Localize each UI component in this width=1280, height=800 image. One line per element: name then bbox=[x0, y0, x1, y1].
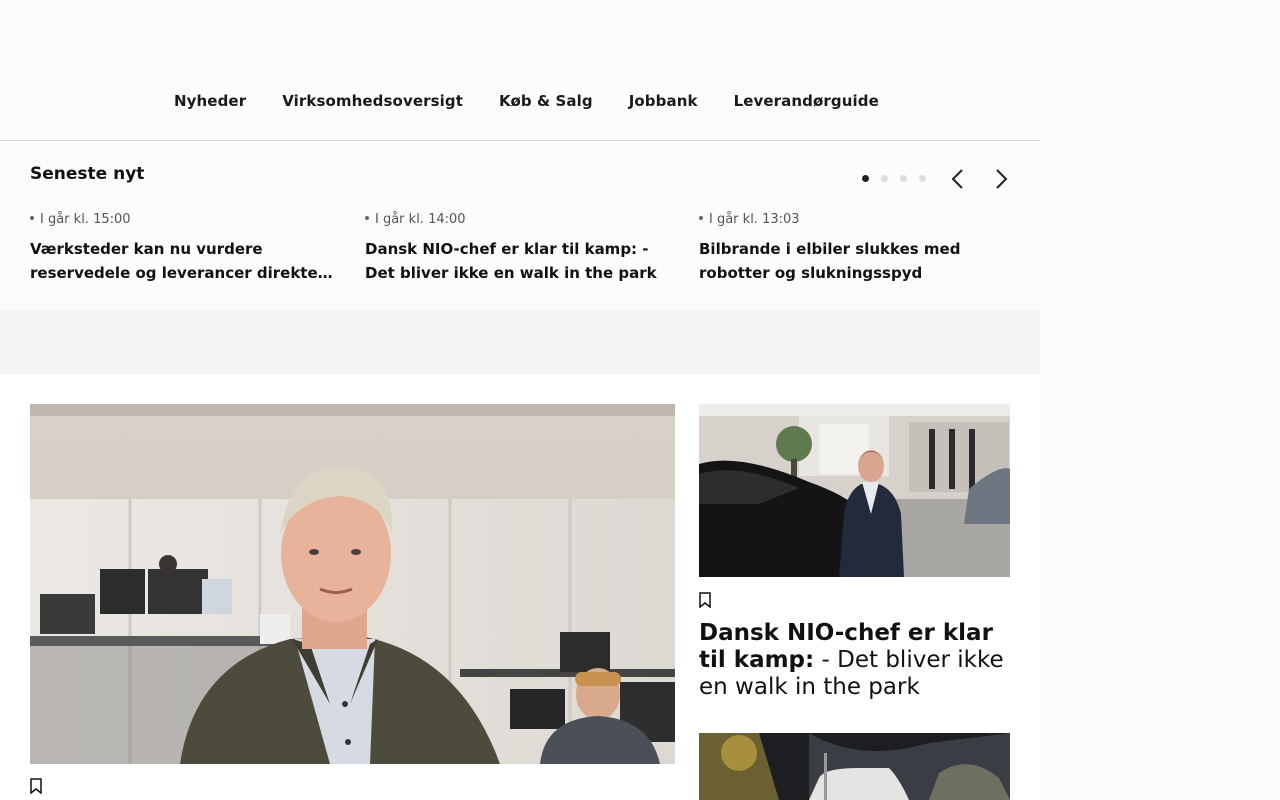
site-header: Nyheder Virksomhedsoversigt Køb & Salg J… bbox=[0, 0, 1040, 141]
carousel-dot-3[interactable] bbox=[900, 175, 907, 182]
chevron-left-icon[interactable] bbox=[948, 167, 968, 191]
latest-news-item[interactable]: I går kl. 13:03 Bilbrande i elbiler sluk… bbox=[699, 212, 1009, 285]
latest-news-item[interactable]: I går kl. 14:00 Dansk NIO-chef er klar t… bbox=[365, 212, 675, 285]
bullet-icon bbox=[30, 215, 34, 220]
carousel-dot-2[interactable] bbox=[881, 175, 888, 182]
latest-news-section: Seneste nyt I går kl. 15:00 Værksteder k… bbox=[0, 141, 1040, 310]
hero-article-image[interactable] bbox=[30, 404, 675, 764]
nav-item-leverandoerguide[interactable]: Leverandørguide bbox=[734, 92, 879, 110]
page-background-right-lower bbox=[1040, 310, 1280, 800]
main-nav: Nyheder Virksomhedsoversigt Køb & Salg J… bbox=[174, 92, 879, 110]
time-label: I går kl. 13:03 bbox=[709, 212, 800, 227]
latest-news-headline[interactable]: Værksteder kan nu vurdere reservedele og… bbox=[30, 237, 340, 285]
side-article-image-2[interactable] bbox=[699, 733, 1010, 800]
latest-news-headline[interactable]: Bilbrande i elbiler slukkes med robotter… bbox=[699, 237, 1009, 285]
latest-news-headline[interactable]: Dansk NIO-chef er klar til kamp: - Det b… bbox=[365, 237, 675, 285]
main-content: Dansk NIO-chef er klar til kamp: - Det b… bbox=[0, 374, 1040, 800]
time-label: I går kl. 15:00 bbox=[40, 212, 131, 227]
chevron-right-icon[interactable] bbox=[991, 167, 1011, 191]
latest-news-time: I går kl. 14:00 bbox=[365, 212, 675, 227]
bullet-icon bbox=[365, 215, 369, 220]
nav-item-nyheder[interactable]: Nyheder bbox=[174, 92, 246, 110]
side-article-headline[interactable]: Dansk NIO-chef er klar til kamp: - Det b… bbox=[699, 620, 1010, 701]
bookmark-icon[interactable] bbox=[699, 592, 711, 609]
latest-news-time: I går kl. 13:03 bbox=[699, 212, 1009, 227]
time-label: I går kl. 14:00 bbox=[375, 212, 466, 227]
bookmark-icon[interactable] bbox=[30, 778, 42, 795]
nav-item-jobbank[interactable]: Jobbank bbox=[629, 92, 698, 110]
carousel-pagination bbox=[862, 175, 926, 182]
carousel-dot-4[interactable] bbox=[919, 175, 926, 182]
latest-news-item[interactable]: I går kl. 15:00 Værksteder kan nu vurder… bbox=[30, 212, 340, 285]
nav-item-virksomhedsoversigt[interactable]: Virksomhedsoversigt bbox=[282, 92, 463, 110]
latest-news-title: Seneste nyt bbox=[30, 164, 145, 184]
side-article-image[interactable] bbox=[699, 404, 1010, 577]
nav-item-koeb-salg[interactable]: Køb & Salg bbox=[499, 92, 593, 110]
latest-news-time: I går kl. 15:00 bbox=[30, 212, 340, 227]
bullet-icon bbox=[699, 215, 703, 220]
carousel-dot-1[interactable] bbox=[862, 175, 869, 182]
